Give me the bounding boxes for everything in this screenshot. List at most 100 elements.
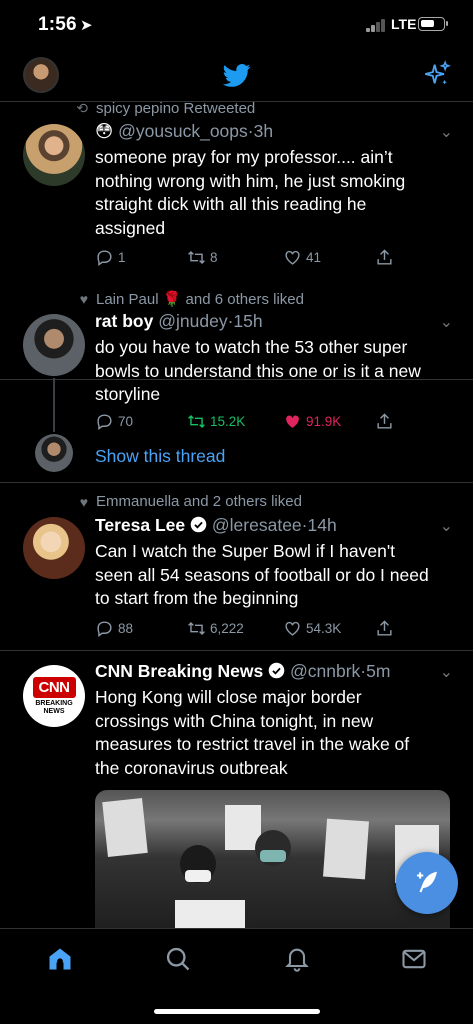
home-icon[interactable] xyxy=(46,945,74,973)
tweet-actions: 1 8 41 xyxy=(95,248,405,270)
retweet-icon xyxy=(188,250,205,265)
timestamp: 5m xyxy=(366,661,391,681)
status-bar: 1:56 ➤ LTE xyxy=(0,0,473,50)
like-button[interactable]: 54.3K xyxy=(283,619,341,638)
chevron-down-icon[interactable]: ⌄ xyxy=(440,312,453,332)
like-count: 54.3K xyxy=(306,621,342,636)
compose-tweet-button[interactable] xyxy=(396,852,458,914)
avatar[interactable]: CNN BREAKING NEWS xyxy=(23,665,85,727)
retweet-button[interactable]: 8 xyxy=(187,248,218,267)
name-emoji: 😳 xyxy=(95,121,114,141)
heart-icon xyxy=(285,250,300,265)
location-arrow-icon: ➤ xyxy=(80,17,93,34)
tweet[interactable]: ♥ Emmanuella and 2 others liked Teresa L… xyxy=(0,483,473,651)
avatar[interactable] xyxy=(35,434,73,472)
tweet-actions: 88 6,222 54.3K xyxy=(95,619,405,641)
chevron-down-icon[interactable]: ⌄ xyxy=(440,122,453,142)
retweet-context: ⟲ spicy pepino Retweeted xyxy=(68,102,255,117)
reply-button[interactable]: 70 xyxy=(95,412,133,431)
signal-icon xyxy=(366,18,388,32)
chevron-down-icon[interactable]: ⌄ xyxy=(440,516,453,536)
share-icon xyxy=(377,413,392,429)
tweet-text: Hong Kong will close major border crossi… xyxy=(95,687,410,778)
retweet-icon xyxy=(188,621,205,636)
retweet-count: 8 xyxy=(210,250,218,265)
avatar[interactable] xyxy=(23,124,85,186)
tweet-header: rat boy @jnudey·15h xyxy=(95,311,263,332)
tweet-header: 😳 @yousuck_oops·3h xyxy=(95,121,273,142)
timestamp: 14h xyxy=(307,515,337,535)
tweet-actions: 70 15.2K 91.9K xyxy=(95,412,405,434)
avatar[interactable] xyxy=(23,517,85,579)
share-button[interactable] xyxy=(375,248,394,267)
verified-badge-icon xyxy=(268,662,285,679)
twitter-bird-icon xyxy=(222,64,251,87)
reply-count: 88 xyxy=(118,621,134,636)
tweet-header: CNN Breaking News @cnnbrk·5m xyxy=(95,661,390,682)
context-text: spicy pepino Retweeted xyxy=(96,102,256,117)
display-name[interactable]: CNN Breaking News xyxy=(95,661,263,681)
tweet-photo[interactable] xyxy=(95,790,450,928)
like-context: ♥ Lain Paul 🌹 and 6 others liked xyxy=(68,290,304,308)
share-button[interactable] xyxy=(375,412,394,431)
show-thread-link[interactable]: Show this thread xyxy=(95,446,225,467)
compose-feather-icon xyxy=(417,871,437,893)
like-button[interactable]: 41 xyxy=(283,248,321,267)
search-icon[interactable] xyxy=(164,945,192,973)
heart-icon: ♥ xyxy=(79,493,88,510)
retweet-icon xyxy=(188,414,205,429)
home-indicator xyxy=(154,1009,320,1014)
timestamp: 15h xyxy=(233,311,263,331)
share-icon xyxy=(377,620,392,636)
share-button[interactable] xyxy=(375,619,394,638)
context-text: Lain Paul 🌹 and 6 others liked xyxy=(96,291,304,308)
tweet[interactable]: ♥ Lain Paul 🌹 and 6 others liked rat boy… xyxy=(0,278,473,483)
reply-icon xyxy=(97,414,112,431)
heart-filled-icon xyxy=(286,415,299,428)
profile-avatar[interactable] xyxy=(23,57,59,93)
reply-button[interactable]: 88 xyxy=(95,619,133,638)
display-name[interactable]: rat boy xyxy=(95,311,153,331)
timestamp: 3h xyxy=(253,121,274,141)
reply-icon xyxy=(97,250,112,267)
network-label: LTE xyxy=(391,16,417,32)
handle[interactable]: @yousuck_oops xyxy=(118,121,248,141)
messages-envelope-icon[interactable] xyxy=(400,945,428,973)
tweet-text: do you have to watch the 53 other super … xyxy=(95,337,421,404)
like-button[interactable]: 91.9K xyxy=(283,412,341,431)
status-time: 1:56 xyxy=(38,14,77,35)
heart-icon xyxy=(285,621,300,636)
chevron-down-icon[interactable]: ⌄ xyxy=(440,662,453,682)
retweet-button[interactable]: 15.2K xyxy=(187,412,245,431)
breaking-news-label: BREAKING NEWS xyxy=(35,699,73,715)
like-count: 91.9K xyxy=(306,414,342,429)
notifications-bell-icon[interactable] xyxy=(283,945,311,973)
handle[interactable]: @jnudey xyxy=(158,311,227,331)
retweet-count: 6,222 xyxy=(210,621,244,636)
handle[interactable]: @cnnbrk xyxy=(290,661,360,681)
handle[interactable]: @leresatee xyxy=(212,515,302,535)
reply-count: 1 xyxy=(118,250,126,265)
tweet-header: Teresa Lee @leresatee·14h xyxy=(95,515,337,536)
thread-line xyxy=(53,378,55,432)
avatar[interactable] xyxy=(23,314,85,376)
reply-count: 70 xyxy=(118,414,134,429)
retweet-icon: ⟲ xyxy=(76,102,88,116)
battery-icon xyxy=(418,17,448,31)
context-text: Emmanuella and 2 others liked xyxy=(96,493,302,510)
timeline[interactable]: ⟲ spicy pepino Retweeted 😳 @yousuck_oops… xyxy=(0,102,473,928)
like-context: ♥ Emmanuella and 2 others liked xyxy=(68,493,302,510)
tweet-text: someone pray for my professor.... ain’t … xyxy=(95,147,406,238)
share-icon xyxy=(377,249,392,265)
tweet-text: Can I watch the Super Bowl if I haven't … xyxy=(95,541,429,608)
reply-button[interactable]: 1 xyxy=(95,248,126,267)
retweet-button[interactable]: 6,222 xyxy=(187,619,244,638)
verified-badge-icon xyxy=(190,516,207,533)
retweet-count: 15.2K xyxy=(210,414,246,429)
heart-icon: ♥ xyxy=(79,291,88,307)
like-count: 41 xyxy=(306,250,322,265)
display-name[interactable]: Teresa Lee xyxy=(95,515,185,535)
sparkle-icon[interactable] xyxy=(423,60,451,88)
top-nav xyxy=(0,50,473,102)
cnn-logo: CNN xyxy=(32,676,76,698)
